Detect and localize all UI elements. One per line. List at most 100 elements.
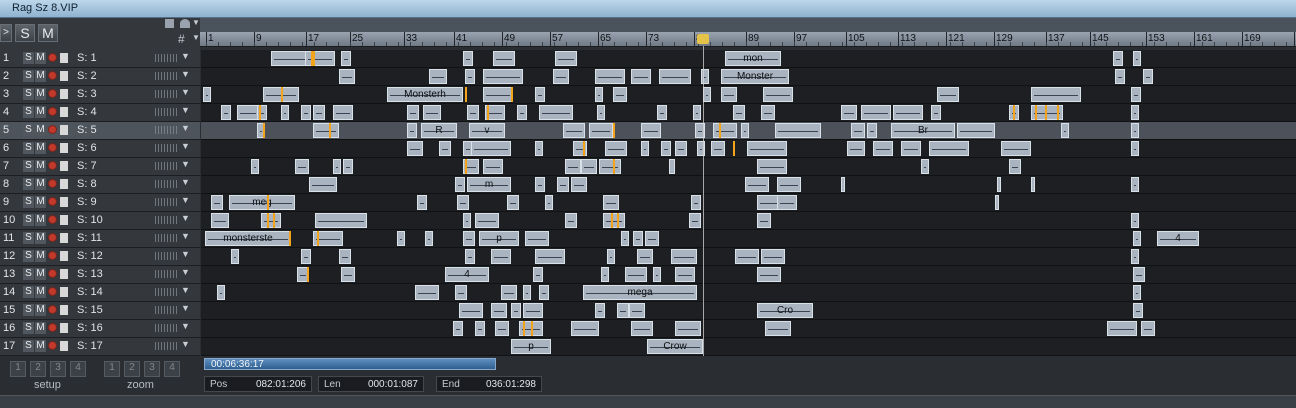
audio-clip[interactable]: m <box>467 177 511 192</box>
audio-clip[interactable] <box>523 285 531 300</box>
fade-marker[interactable] <box>613 123 615 138</box>
track-lane[interactable]: meg <box>201 194 1296 212</box>
audio-clip[interactable] <box>607 249 615 264</box>
audio-clip[interactable] <box>467 105 479 120</box>
audio-clip[interactable] <box>483 69 523 84</box>
track-header[interactable]: 6 S M S: 6 ▼ <box>0 140 200 158</box>
record-arm-icon[interactable] <box>48 89 57 98</box>
chevron-down-icon[interactable]: ▼ <box>181 69 190 79</box>
audio-clip[interactable] <box>517 105 527 120</box>
audio-clip[interactable] <box>747 141 787 156</box>
fade-marker[interactable] <box>267 195 269 210</box>
zoom-button-4[interactable]: 4 <box>164 361 180 377</box>
mute-button[interactable]: M <box>35 70 46 82</box>
record-arm-icon[interactable] <box>48 125 57 134</box>
audio-clip[interactable] <box>415 285 439 300</box>
track-lane[interactable]: Monster <box>201 68 1296 86</box>
setup-button-2[interactable]: 2 <box>30 361 46 377</box>
mute-button[interactable]: M <box>35 250 46 262</box>
record-arm-icon[interactable] <box>48 251 57 260</box>
audio-clip[interactable] <box>867 123 877 138</box>
audio-clip[interactable] <box>997 177 1001 192</box>
track-lane[interactable]: mega <box>201 284 1296 302</box>
audio-clip[interactable]: Monster <box>721 69 789 84</box>
audio-clip[interactable] <box>847 141 865 156</box>
monitor-icon[interactable] <box>60 89 68 99</box>
record-arm-icon[interactable] <box>48 143 57 152</box>
audio-clip[interactable] <box>203 87 211 102</box>
audio-clip[interactable] <box>757 267 781 282</box>
solo-button[interactable]: S <box>23 142 34 154</box>
track-lane[interactable]: Monsterh <box>201 86 1296 104</box>
fade-marker[interactable] <box>523 321 525 336</box>
record-arm-icon[interactable] <box>48 53 57 62</box>
audio-clip[interactable] <box>595 303 605 318</box>
chevron-down-icon[interactable]: ▼ <box>181 177 190 187</box>
fade-marker[interactable] <box>583 141 585 156</box>
audio-clip[interactable]: Crow <box>647 339 703 354</box>
mute-button[interactable]: M <box>35 286 46 298</box>
audio-clip[interactable] <box>545 195 553 210</box>
audio-clip[interactable]: 4 <box>445 267 489 282</box>
audio-clip[interactable] <box>601 267 609 282</box>
record-arm-icon[interactable] <box>48 323 57 332</box>
audio-clip[interactable] <box>557 177 569 192</box>
audio-clip[interactable] <box>901 141 921 156</box>
track-header[interactable]: 17 S M S: 17 ▼ <box>0 338 200 356</box>
zoom-button-1[interactable]: 1 <box>104 361 120 377</box>
audio-clip[interactable] <box>301 249 311 264</box>
audio-clip[interactable] <box>599 159 621 174</box>
track-lane[interactable]: Rv Br <box>201 122 1296 140</box>
audio-clip[interactable] <box>495 321 509 336</box>
audio-clip[interactable] <box>1131 123 1139 138</box>
track-header[interactable]: 15 S M S: 15 ▼ <box>0 302 200 320</box>
chevron-down-icon[interactable]: ▼ <box>181 285 190 295</box>
monitor-icon[interactable] <box>60 323 68 333</box>
monitor-icon[interactable] <box>60 179 68 189</box>
audio-clip[interactable] <box>491 249 511 264</box>
track-lane[interactable] <box>201 104 1296 122</box>
chevron-down-icon[interactable]: ▼ <box>181 105 190 115</box>
audio-clip[interactable] <box>711 141 725 156</box>
chevron-down-icon[interactable]: ▼ <box>181 231 190 241</box>
chevron-down-icon[interactable]: ▼ <box>181 123 190 133</box>
track-name[interactable]: S: 8 <box>77 178 97 190</box>
audio-clip[interactable] <box>333 159 341 174</box>
audio-clip[interactable] <box>873 141 893 156</box>
audio-clip[interactable] <box>1131 213 1139 228</box>
zoom-button-3[interactable]: 3 <box>144 361 160 377</box>
fade-marker[interactable] <box>1013 105 1015 120</box>
audio-clip[interactable] <box>1131 249 1139 264</box>
track-lane[interactable] <box>201 320 1296 338</box>
track-lane[interactable]: Cro <box>201 302 1296 320</box>
audio-clip[interactable] <box>341 267 355 282</box>
fade-marker[interactable] <box>307 267 309 282</box>
audio-clip[interactable] <box>621 231 629 246</box>
audio-clip[interactable] <box>757 159 787 174</box>
mute-button[interactable]: M <box>35 304 46 316</box>
monitor-icon[interactable] <box>60 107 68 117</box>
audio-clip[interactable] <box>937 87 959 102</box>
record-arm-icon[interactable] <box>48 287 57 296</box>
audio-clip[interactable] <box>691 195 701 210</box>
audio-clip[interactable] <box>841 105 857 120</box>
audio-clip[interactable]: Br <box>891 123 955 138</box>
audio-clip[interactable] <box>641 141 649 156</box>
fade-marker[interactable] <box>317 231 319 246</box>
track-name[interactable]: S: 6 <box>77 142 97 154</box>
solo-button[interactable]: S <box>23 250 34 262</box>
track-header[interactable]: 14 S M S: 14 ▼ <box>0 284 200 302</box>
audio-clip[interactable] <box>617 303 629 318</box>
audio-clip[interactable] <box>217 285 225 300</box>
record-arm-icon[interactable] <box>48 341 57 350</box>
audio-clip[interactable]: 4 <box>1157 231 1199 246</box>
track-name[interactable]: S: 16 <box>77 322 103 334</box>
audio-clip[interactable] <box>765 321 791 336</box>
audio-clip[interactable] <box>407 141 423 156</box>
chevron-down-icon[interactable]: ▼ <box>181 87 190 97</box>
audio-clip[interactable] <box>1131 177 1139 192</box>
audio-clip[interactable] <box>659 69 691 84</box>
audio-clip[interactable]: R <box>421 123 457 138</box>
audio-clip[interactable] <box>957 123 995 138</box>
audio-clip[interactable] <box>471 141 511 156</box>
